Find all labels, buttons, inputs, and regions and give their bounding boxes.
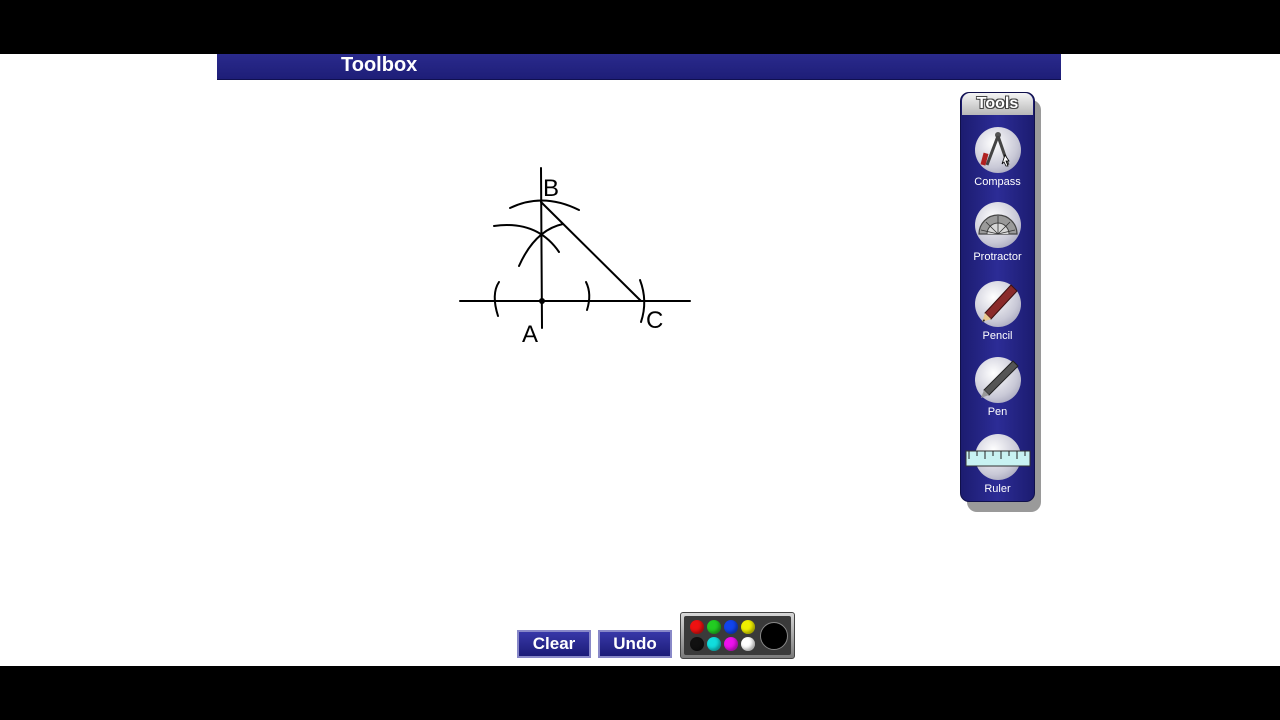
color-swatch[interactable] [724,637,738,651]
app-title: Toolbox [341,54,418,76]
pen-tool[interactable]: Pen [962,357,1033,418]
point-label-c: C [646,307,663,334]
arc-left [493,281,500,317]
color-swatch[interactable] [707,637,721,651]
protractor-icon [974,202,1021,248]
clear-button[interactable]: Clear [517,630,591,658]
point-label-a: A [522,321,538,348]
protractor-label: Protractor [973,251,1022,263]
color-swatch[interactable] [741,620,755,634]
ruler-icon [965,434,1030,480]
compass-icon [974,127,1021,173]
drawing-canvas[interactable]: B A C [217,80,1061,666]
color-swatch[interactable] [690,620,704,634]
selected-color-swatch[interactable] [760,622,788,650]
color-swatch[interactable] [724,620,738,634]
segment-bc [540,201,642,302]
ruler-label: Ruler [984,483,1011,495]
pencil-label: Pencil [982,330,1013,342]
undo-button[interactable]: Undo [598,630,672,658]
color-swatch[interactable] [690,637,704,651]
color-swatch[interactable] [741,637,755,651]
arc-right [585,281,591,311]
pencil-icon [974,281,1021,327]
perpendicular-line [540,167,543,329]
color-swatch[interactable] [707,620,721,634]
tools-header: Tools [962,93,1033,115]
pencil-tool[interactable]: Pencil [962,281,1033,342]
point-label-b: B [543,175,559,202]
construction-drawing: B A C [459,167,691,348]
pen-icon [974,357,1021,403]
pen-label: Pen [987,406,1008,418]
compass-tool[interactable]: Compass [962,127,1033,188]
compass-label: Compass [974,176,1021,188]
ruler-tool[interactable]: Ruler [962,434,1033,495]
protractor-tool[interactable]: Protractor [962,202,1033,263]
point-a-dot [539,298,545,304]
